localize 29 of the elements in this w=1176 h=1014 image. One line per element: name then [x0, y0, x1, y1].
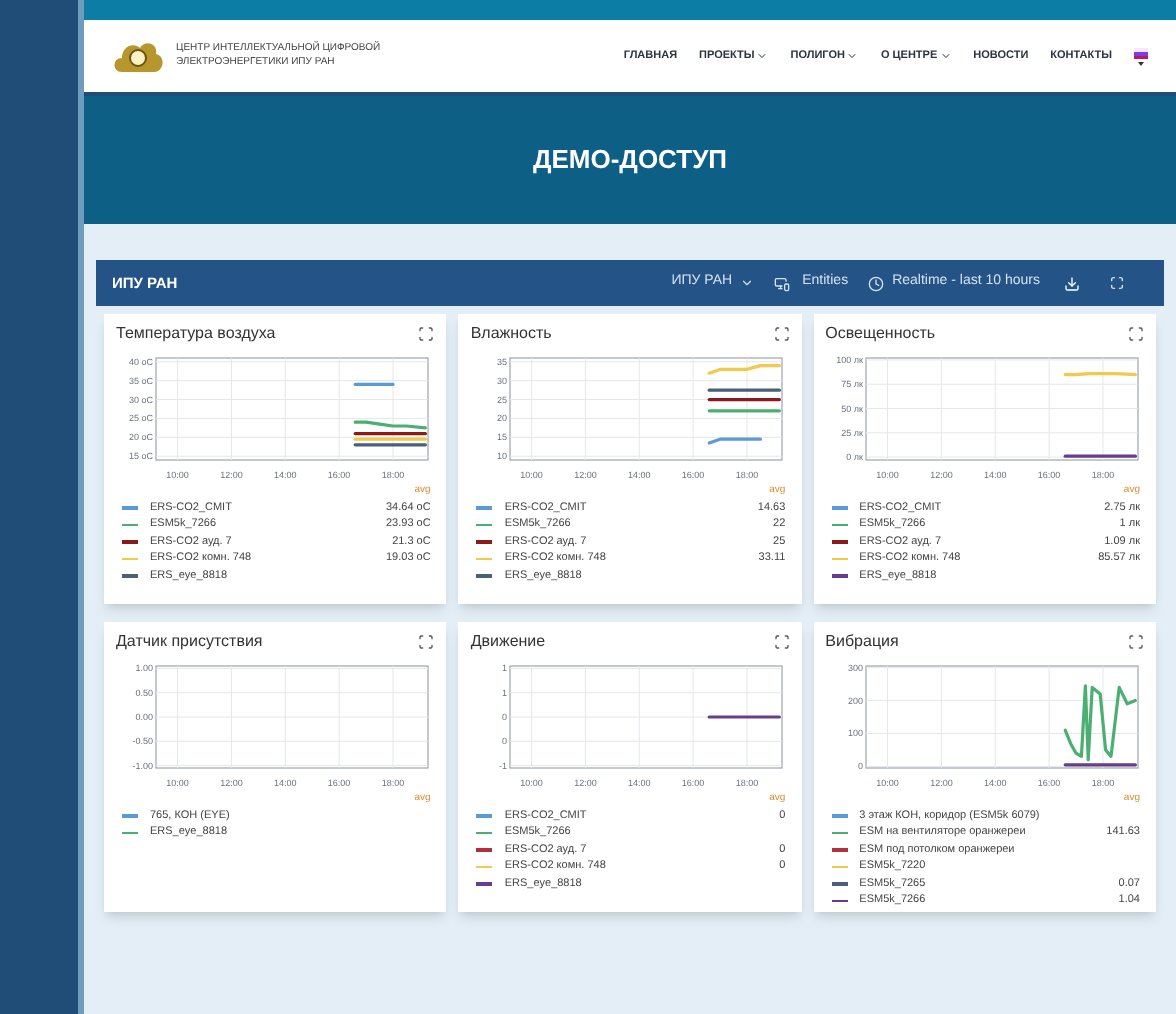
widget-title: Вибрация [825, 630, 899, 654]
download-icon[interactable] [1064, 275, 1080, 291]
fullscreen-icon[interactable] [418, 326, 435, 342]
flag-icon[interactable] [1134, 47, 1148, 65]
fullscreen-icon[interactable] [1110, 276, 1124, 290]
fullscreen-icon[interactable] [773, 634, 790, 650]
fullscreen-icon[interactable] [418, 634, 435, 650]
widget-title: Датчик присутствия [116, 630, 263, 654]
series-line [1062, 372, 1137, 377]
fullscreen-icon[interactable] [1127, 634, 1144, 650]
series-line [708, 364, 782, 375]
fullscreen-icon[interactable] [773, 326, 790, 342]
series-line [708, 398, 782, 402]
series-line [708, 388, 782, 392]
widget-title: Освещенность [825, 322, 936, 346]
widget-title: Влажность [470, 322, 552, 346]
clock-icon [868, 275, 885, 291]
banner-title: ДЕМО-ДОСТУП [532, 142, 727, 179]
series-line [708, 437, 763, 445]
widget-title: Движение [470, 630, 546, 654]
widget-title: Температура воздуха [116, 322, 276, 346]
cloud-logo-icon [112, 38, 164, 74]
series-line [708, 409, 782, 413]
series-line [353, 382, 395, 386]
caret-icon [740, 276, 755, 290]
fullscreen-icon[interactable] [1127, 326, 1144, 342]
series-line [1062, 454, 1137, 458]
devices-icon [774, 275, 791, 291]
series-line [708, 715, 782, 719]
